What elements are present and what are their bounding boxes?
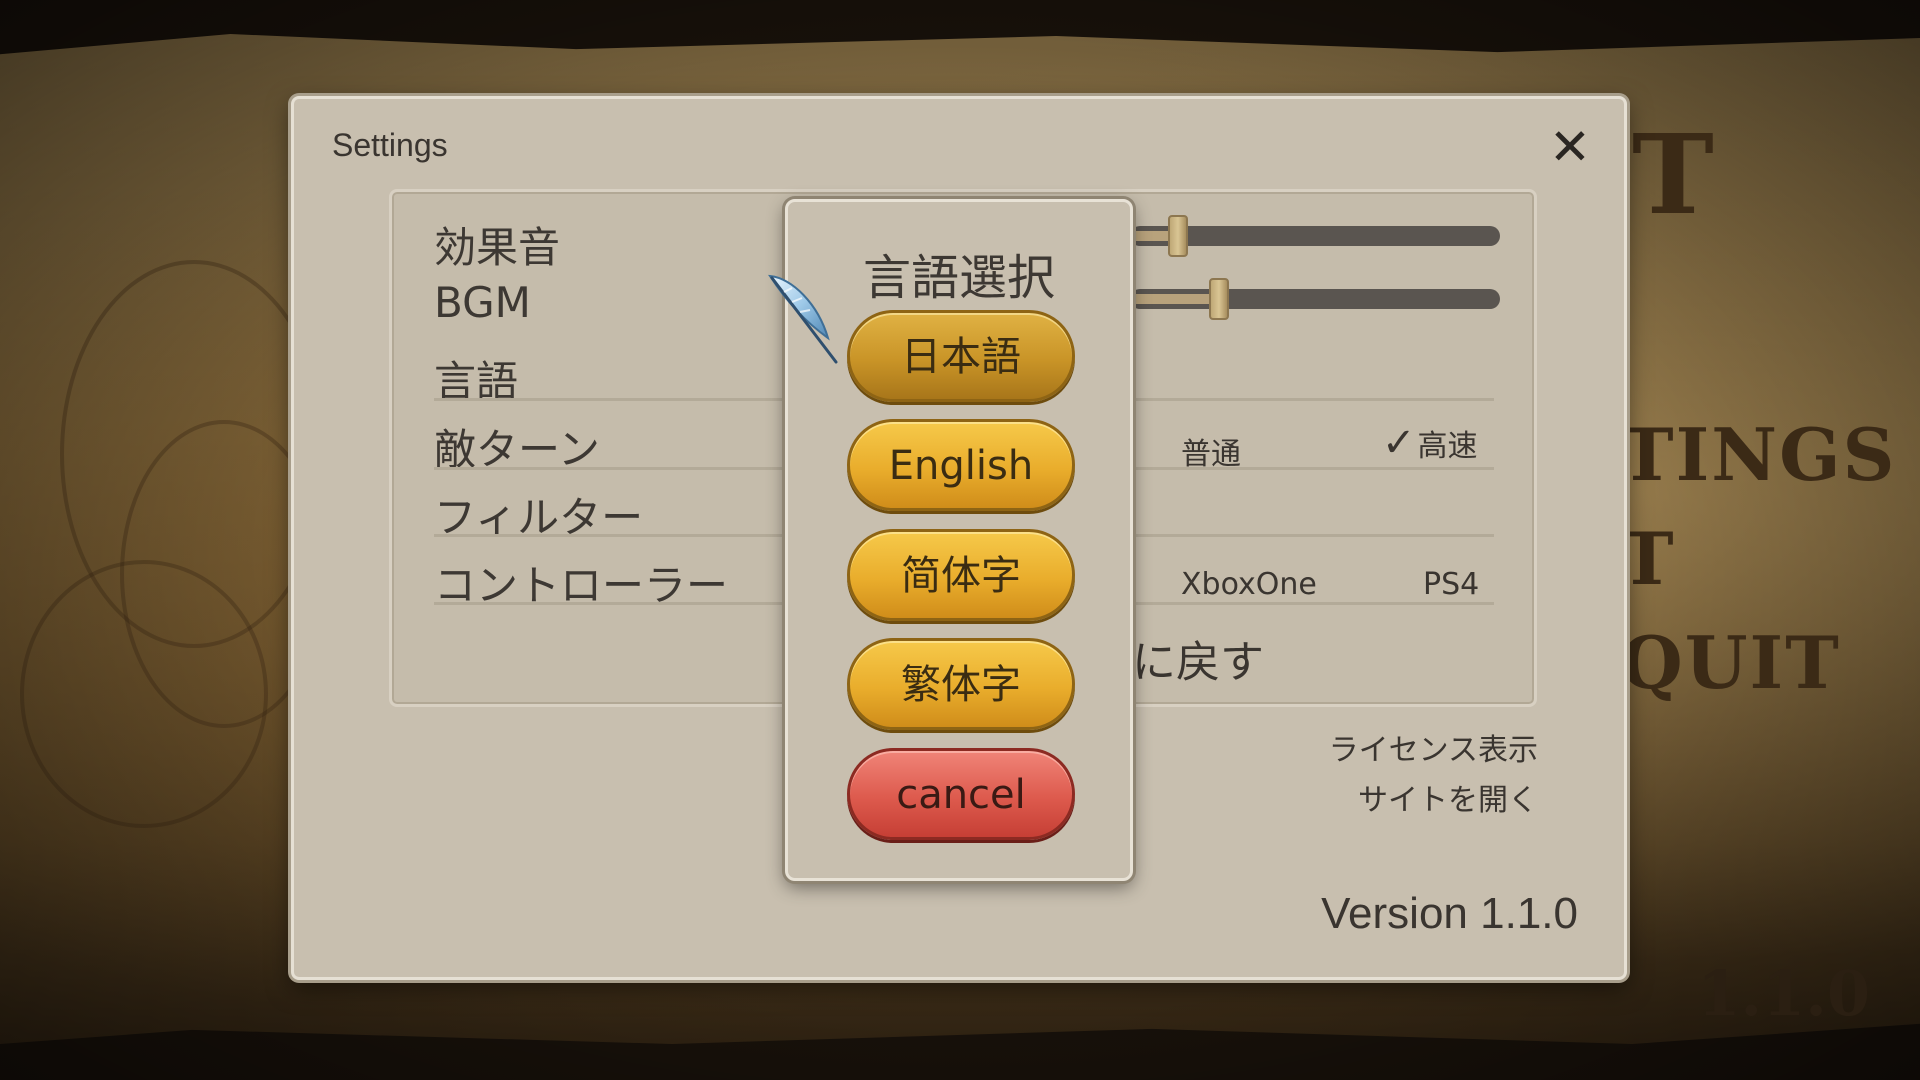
dialog-title: Settings (332, 127, 448, 163)
cancel-button[interactable]: cancel (847, 748, 1075, 840)
title-menu-item: QUIT (1620, 620, 1841, 705)
language-popup-title: 言語選択 (862, 250, 1055, 306)
enemy-turn-fast-option[interactable]: ✓高速 (1382, 420, 1478, 466)
open-site-link[interactable]: サイトを開く (1358, 775, 1538, 819)
version-label: Version 1.1.0 (1321, 889, 1578, 938)
checkmark-icon: ✓ (1382, 420, 1416, 466)
title-menu-item: T (1620, 516, 1676, 601)
sfx-slider-handle[interactable] (1168, 215, 1188, 257)
english-button[interactable]: English (847, 419, 1075, 511)
simplified-chinese-button[interactable]: 简体字 (847, 529, 1075, 621)
controller-xboxone-option[interactable]: XboxOne (1181, 567, 1317, 602)
reset-defaults-button[interactable]: に戻す (1132, 626, 1264, 690)
license-link[interactable]: ライセンス表示 (1329, 725, 1538, 769)
bgm-label: BGM (434, 278, 531, 327)
sfx-label: 効果音 (434, 223, 561, 272)
traditional-chinese-button[interactable]: 繁体字 (847, 638, 1075, 730)
title-version: 1.1.0 (1697, 957, 1870, 1030)
close-icon[interactable]: ✕ (1540, 117, 1600, 177)
bgm-slider[interactable] (1130, 278, 1500, 320)
title-menu-item: TINGS (1620, 412, 1897, 497)
japanese-button[interactable]: 日本語 (847, 310, 1075, 402)
language-select-popup: 言語選択 日本語 English 简体字 繁体字 cancel (785, 199, 1133, 881)
bgm-slider-handle[interactable] (1209, 278, 1229, 320)
enemy-turn-fast-label: 高速 (1417, 429, 1478, 464)
sfx-slider[interactable] (1130, 215, 1500, 257)
game-screen: T TINGS T QUIT 1.1.0 Settings ✕ 効果音 BGM … (0, 0, 1920, 1080)
bgm-slider-fill (1130, 294, 1219, 304)
title-menu-item: T (1632, 110, 1716, 239)
controller-ps4-option[interactable]: PS4 (1423, 567, 1479, 602)
